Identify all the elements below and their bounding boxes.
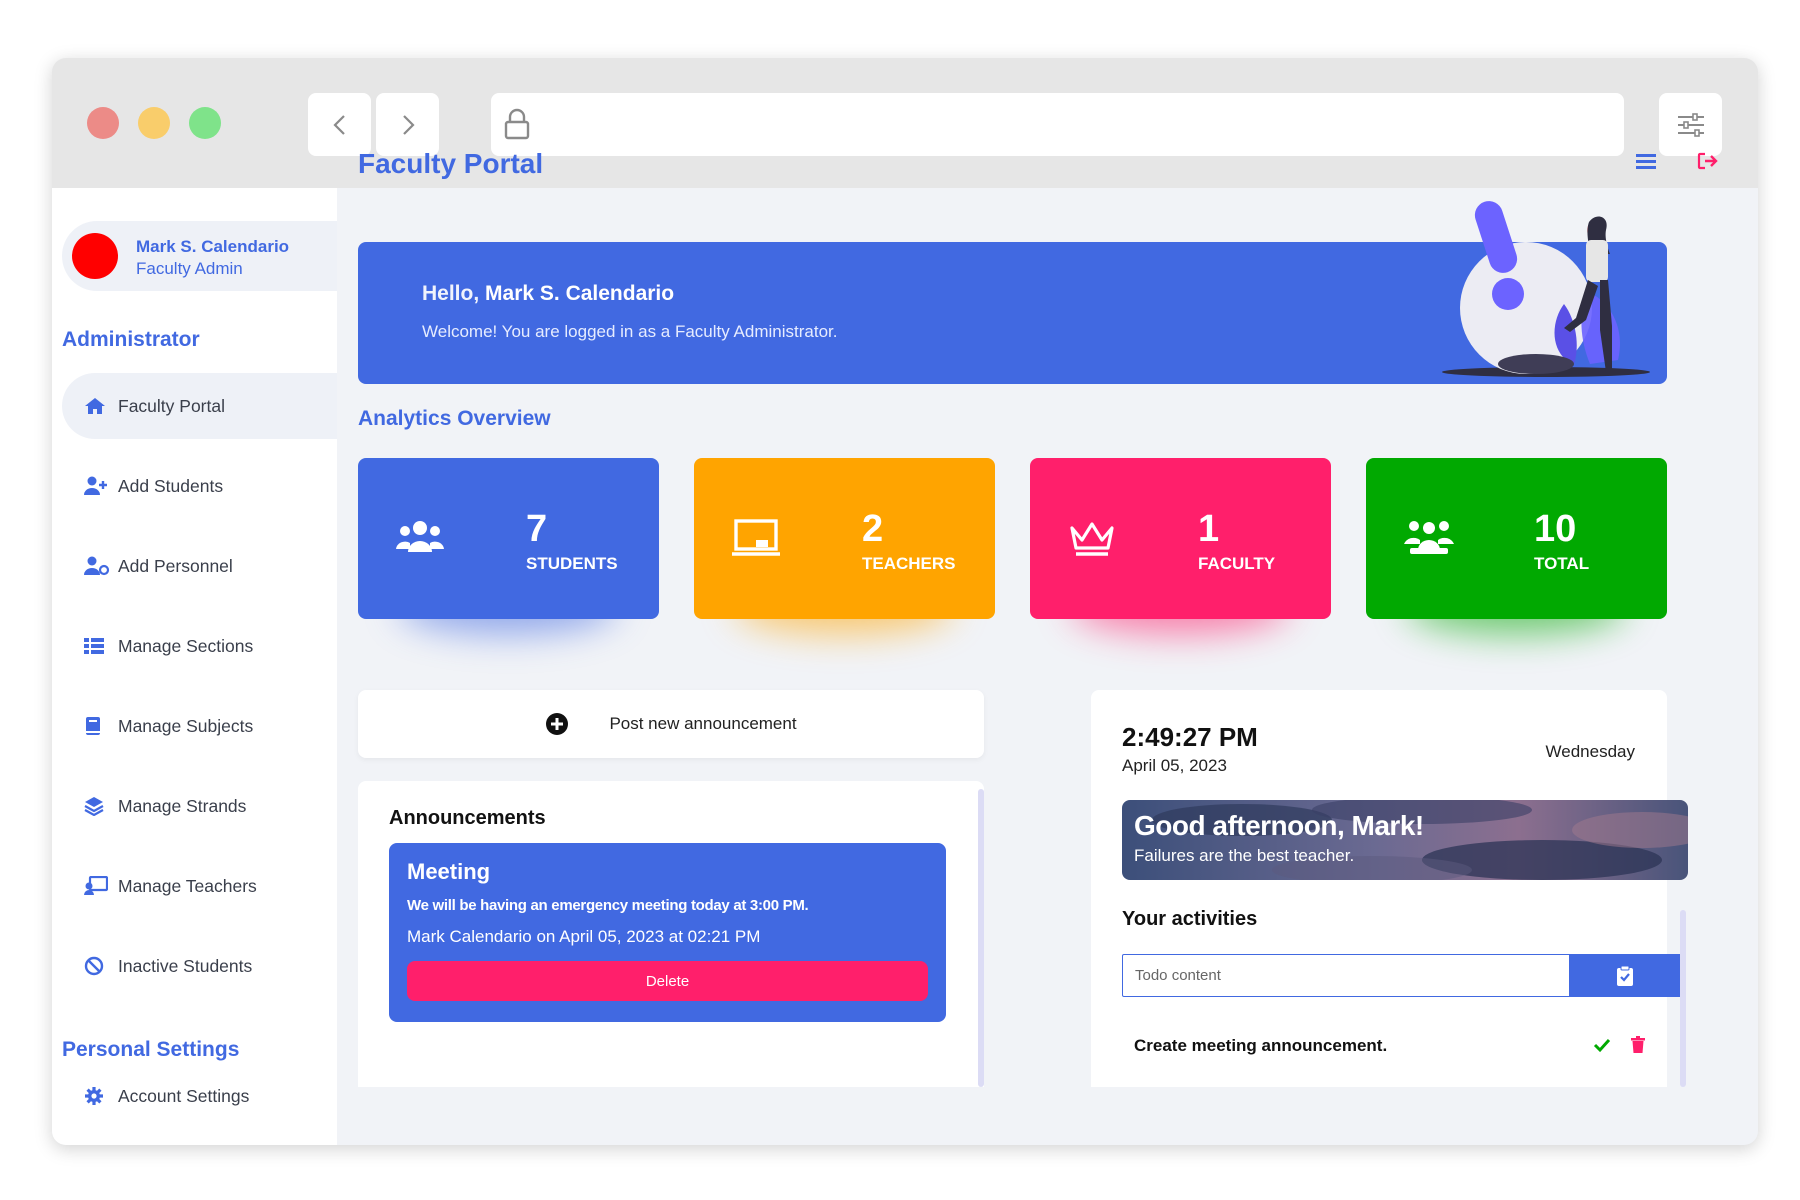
- activities-scrollbar[interactable]: [1680, 910, 1686, 1087]
- section-personal-settings: Personal Settings: [62, 1038, 240, 1061]
- forward-button[interactable]: [376, 93, 439, 156]
- chalkboard-icon: [732, 519, 780, 556]
- browser-settings-button[interactable]: [1659, 93, 1722, 156]
- stat-value: 1: [1198, 508, 1220, 550]
- clock-weekday: Wednesday: [1545, 742, 1635, 761]
- chevron-right-icon: [402, 114, 415, 135]
- sidebar-item-manage-strands[interactable]: Manage Strands: [62, 773, 337, 839]
- sidebar-item-label: Account Settings: [118, 1085, 250, 1106]
- todo-input[interactable]: [1122, 954, 1570, 997]
- post-announcement-button[interactable]: Post new announcement: [358, 690, 984, 758]
- plus-circle-icon: [545, 712, 569, 736]
- hero-user-name: Mark S. Calendario: [485, 282, 675, 305]
- browser-titlebar: [52, 58, 1758, 188]
- list-icon: [84, 638, 110, 654]
- greeting-quote: Failures are the best teacher.: [1134, 846, 1355, 865]
- group-icon: [1404, 521, 1454, 554]
- add-todo-button[interactable]: [1570, 954, 1680, 997]
- announcement-title: Meeting: [407, 859, 491, 884]
- ban-icon: [84, 956, 110, 976]
- announcements-title: Announcements: [389, 807, 546, 829]
- crown-icon: [1070, 522, 1114, 556]
- maximize-window-button[interactable]: [189, 107, 221, 139]
- logout-icon[interactable]: [1697, 152, 1719, 170]
- sidebar-item-label: Faculty Portal: [118, 395, 225, 416]
- clock-date: April 05, 2023: [1122, 756, 1227, 775]
- page-title: Faculty Portal: [358, 148, 544, 179]
- sidebar-item-label: Add Students: [118, 475, 224, 496]
- sliders-icon: [1677, 112, 1704, 137]
- sidebar-item-faculty-portal[interactable]: Faculty Portal: [62, 373, 337, 439]
- home-icon: [84, 397, 110, 415]
- announcement-body: We will be having an emergency meeting t…: [407, 897, 809, 914]
- analytics-title: Analytics Overview: [358, 407, 551, 430]
- sidebar-item-label: Inactive Students: [118, 955, 253, 976]
- lock-icon: [504, 108, 530, 140]
- user-cog-icon: [84, 556, 110, 576]
- sidebar-item-label: Manage Teachers: [118, 875, 257, 896]
- welcome-illustration-icon: [1442, 201, 1650, 377]
- sidebar-item-label: Manage Strands: [118, 795, 247, 816]
- avatar: [72, 233, 118, 279]
- stat-label: TEACHERS: [862, 554, 956, 573]
- stat-label: TOTAL: [1534, 554, 1590, 573]
- gear-icon: [84, 1086, 110, 1106]
- stat-value: 7: [526, 508, 548, 550]
- stat-card-faculty[interactable]: 1 FACULTY: [1030, 458, 1331, 634]
- book-icon: [84, 716, 110, 736]
- check-icon[interactable]: [1593, 1037, 1611, 1053]
- sidebar: Mark S. Calendario Faculty Admin Adminis…: [52, 188, 337, 1145]
- announcement-item: Meeting We will be having an emergency m…: [389, 843, 946, 1022]
- stat-card-teachers[interactable]: 2 TEACHERS: [694, 458, 995, 634]
- sidebar-item-label: Manage Sections: [118, 635, 254, 656]
- stat-label: FACULTY: [1198, 554, 1276, 573]
- trash-icon[interactable]: [1631, 1036, 1645, 1053]
- announcements-scrollbar[interactable]: [978, 789, 984, 1087]
- user-name: Mark S. Calendario: [136, 237, 290, 256]
- delete-announcement-button[interactable]: Delete: [407, 961, 928, 1001]
- back-button[interactable]: [308, 93, 371, 156]
- teacher-icon: [84, 876, 110, 896]
- sidebar-item-add-personnel[interactable]: Add Personnel: [62, 533, 337, 599]
- minimize-window-button[interactable]: [138, 107, 170, 139]
- clock-activities-card: 2:49:27 PM April 05, 2023 Wednesday Good…: [1091, 690, 1688, 1087]
- sidebar-item-manage-subjects[interactable]: Manage Subjects: [62, 693, 337, 759]
- layers-icon: [84, 796, 110, 816]
- hero-welcome-text: Welcome! You are logged in as a Faculty …: [422, 322, 838, 341]
- clock-time: 2:49:27 PM: [1122, 722, 1258, 752]
- greeting-title: Good afternoon, Mark!: [1134, 810, 1424, 841]
- announcement-meta: Mark Calendario on April 05, 2023 at 02:…: [407, 927, 761, 946]
- sidebar-item-add-students[interactable]: Add Students: [62, 453, 337, 519]
- hero-hello-word: Hello,: [422, 282, 480, 305]
- close-window-button[interactable]: [87, 107, 119, 139]
- sidebar-item-label: Add Personnel: [118, 555, 233, 576]
- user-profile[interactable]: Mark S. Calendario Faculty Admin: [62, 221, 337, 291]
- user-role: Faculty Admin: [136, 259, 243, 278]
- user-plus-icon: [84, 476, 110, 496]
- chevron-left-icon: [332, 114, 345, 135]
- hero-greeting: Hello, Mark S. Calendario: [422, 282, 674, 306]
- post-announcement-label: Post new announcement: [609, 714, 797, 733]
- sidebar-item-manage-sections[interactable]: Manage Sections: [62, 613, 337, 679]
- stat-value: 2: [862, 508, 884, 550]
- stat-card-students[interactable]: 7 STUDENTS: [358, 458, 659, 634]
- stat-card-total[interactable]: 10 TOTAL: [1366, 458, 1667, 634]
- activities-title: Your activities: [1122, 908, 1258, 930]
- users-icon: [396, 521, 444, 552]
- sidebar-item-account-settings[interactable]: Account Settings: [62, 1063, 337, 1129]
- sidebar-item-label: Manage Subjects: [118, 715, 254, 736]
- section-administrator: Administrator: [62, 328, 200, 351]
- greeting-banner: Good afternoon, Mark! Failures are the b…: [1122, 800, 1688, 880]
- sidebar-item-manage-teachers[interactable]: Manage Teachers: [62, 853, 337, 919]
- address-bar[interactable]: [491, 93, 1624, 156]
- sidebar-item-inactive-students[interactable]: Inactive Students: [62, 933, 337, 999]
- announcements-card: Announcements Meeting We will be having …: [358, 781, 984, 1087]
- stat-value: 10: [1534, 508, 1577, 550]
- stat-label: STUDENTS: [526, 554, 618, 573]
- welcome-banner: Hello, Mark S. Calendario Welcome! You a…: [358, 201, 1667, 384]
- todo-item-text: Create meeting announcement.: [1134, 1036, 1388, 1055]
- clipboard-check-icon: [1617, 965, 1633, 986]
- menu-icon[interactable]: [1636, 152, 1656, 170]
